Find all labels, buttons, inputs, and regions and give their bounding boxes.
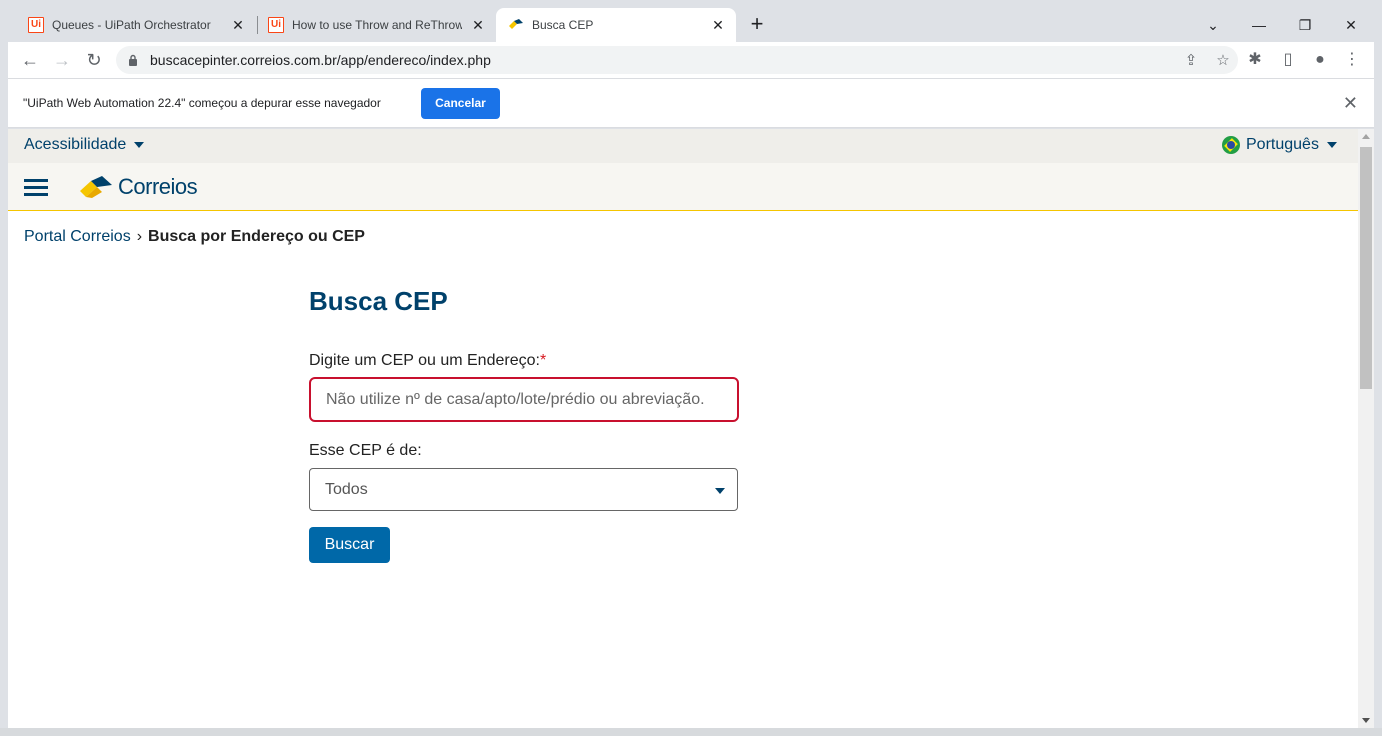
cep-label-text: Digite um CEP ou um Endereço: — [309, 352, 540, 369]
chevron-right-icon: › — [136, 228, 143, 245]
hamburger-menu-icon[interactable] — [24, 179, 48, 196]
tab-search-chevron-icon[interactable]: ⌄ — [1190, 14, 1236, 38]
window-bottom-edge — [0, 728, 1382, 736]
input-placeholder: Não utilize nº de casa/apto/lote/prédio … — [326, 391, 705, 408]
caret-down-icon — [134, 141, 145, 148]
required-mark: * — [539, 352, 547, 369]
tab-title: Busca CEP — [532, 18, 594, 32]
browser-window: Ui Queues - UiPath Orchestrator ✕ Ui How… — [0, 0, 1382, 736]
correios-logo[interactable]: Correios — [78, 173, 198, 201]
scroll-down-arrow-icon[interactable] — [1362, 718, 1370, 723]
tab-title: Queues - UiPath Orchestrator — [52, 18, 211, 32]
dropdown-arrow-icon — [715, 488, 725, 494]
share-icon[interactable]: ⇪ — [1182, 52, 1200, 70]
cep-address-input[interactable]: Não utilize nº de casa/apto/lote/prédio … — [309, 377, 739, 422]
cep-type-select[interactable]: Todos — [309, 468, 738, 511]
cep-field-label: Digite um CEP ou um Endereço:* — [309, 352, 546, 370]
url-text: buscacepinter.correios.com.br/app/endere… — [150, 52, 491, 68]
side-panel-icon[interactable]: ▯ — [1278, 50, 1298, 70]
language-label: Português — [1246, 136, 1319, 153]
cep-type-label: Esse CEP é de: — [309, 442, 422, 459]
minimize-button[interactable]: — — [1236, 14, 1282, 38]
breadcrumb-current: Busca por Endereço ou CEP — [148, 228, 365, 245]
accessibility-menu[interactable]: Acessibilidade — [24, 136, 145, 154]
tab-title: How to use Throw and ReThrow — [292, 18, 462, 32]
lock-icon — [129, 54, 137, 66]
close-icon[interactable]: ✕ — [230, 17, 246, 33]
tab-throw-rethrow[interactable]: Ui How to use Throw and ReThrow ✕ — [256, 8, 496, 42]
site-header: Correios — [8, 163, 1358, 211]
tab-queues[interactable]: Ui Queues - UiPath Orchestrator ✕ — [16, 8, 256, 42]
menu-kebab-icon[interactable]: ⋮ — [1342, 50, 1362, 70]
close-icon[interactable]: ✕ — [710, 17, 726, 33]
cancel-debug-button[interactable]: Cancelar — [421, 88, 500, 119]
uipath-icon: Ui — [268, 17, 284, 33]
page-scrollbar[interactable] — [1358, 129, 1374, 728]
reload-button[interactable]: ↻ — [82, 48, 106, 72]
debug-infobar: "UiPath Web Automation 22.4" começou a d… — [8, 78, 1374, 128]
profile-avatar-icon[interactable]: ● — [1310, 50, 1330, 70]
back-button[interactable]: ← — [18, 48, 42, 72]
bookmark-star-icon[interactable]: ☆ — [1214, 52, 1232, 70]
restore-button[interactable]: ❐ — [1282, 14, 1328, 38]
uipath-icon: Ui — [28, 17, 44, 33]
select-value: Todos — [325, 481, 368, 498]
page-content: Acessibilidade Português Correios Portal… — [8, 129, 1358, 728]
search-button[interactable]: Buscar — [309, 527, 390, 563]
caret-down-icon — [1326, 142, 1337, 148]
scroll-thumb[interactable] — [1360, 147, 1372, 389]
breadcrumb-link-portal[interactable]: Portal Correios — [24, 228, 131, 245]
accessibility-bar: Acessibilidade Português — [8, 129, 1358, 163]
page-title: Busca CEP — [309, 286, 448, 316]
tab-busca-cep[interactable]: Busca CEP ✕ — [496, 8, 736, 42]
brazil-flag-icon — [1222, 136, 1240, 154]
window-close-button[interactable]: ✕ — [1328, 14, 1374, 38]
tab-strip: Ui Queues - UiPath Orchestrator ✕ Ui How… — [8, 8, 1374, 42]
accessibility-label: Acessibilidade — [24, 136, 127, 153]
extensions-icon[interactable]: ✱ — [1245, 50, 1265, 70]
close-icon[interactable]: ✕ — [470, 17, 486, 33]
infobar-message: "UiPath Web Automation 22.4" começou a d… — [23, 96, 381, 110]
address-toolbar: ← → ↻ buscacepinter.correios.com.br/app/… — [8, 42, 1374, 78]
correios-logo-icon — [80, 176, 112, 198]
forward-button[interactable]: → — [50, 48, 74, 72]
logo-wordmark: Correios — [118, 174, 198, 199]
scroll-up-arrow-icon[interactable] — [1362, 134, 1370, 139]
language-selector[interactable]: Português — [1222, 136, 1337, 154]
breadcrumb: Portal Correios › Busca por Endereço ou CE… — [24, 228, 365, 246]
address-bar[interactable]: buscacepinter.correios.com.br/app/endere… — [116, 46, 1238, 74]
new-tab-button[interactable]: + — [746, 13, 768, 36]
close-icon[interactable]: ✕ — [1343, 93, 1358, 114]
correios-icon — [509, 19, 523, 29]
